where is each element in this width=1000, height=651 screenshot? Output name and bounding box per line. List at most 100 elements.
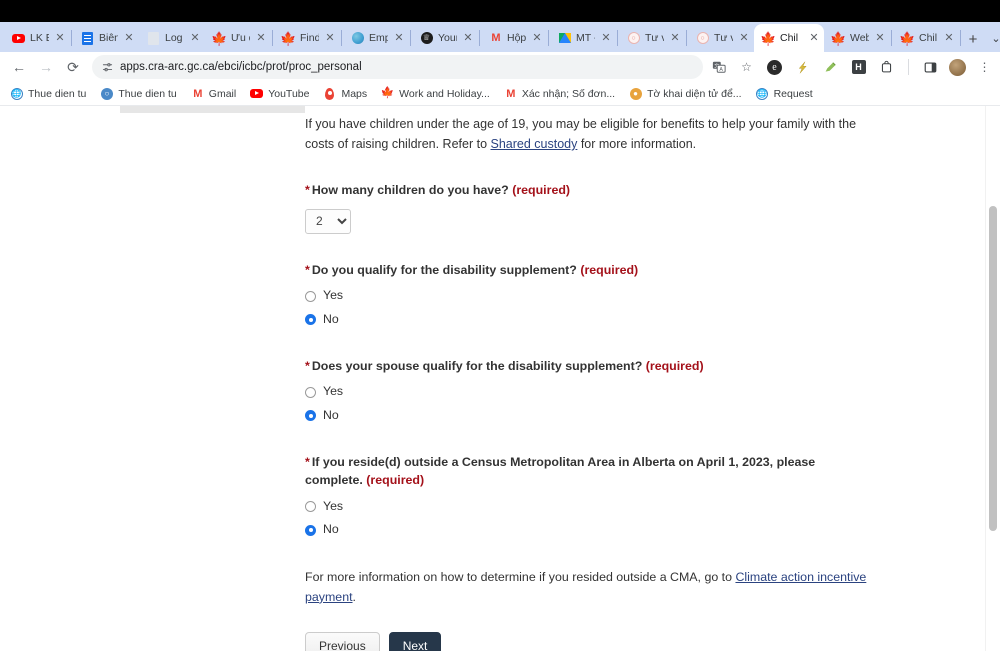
browser-tab[interactable]: ♕ Your ✕ [412, 24, 478, 52]
tab-search-icon[interactable]: ⌄ [984, 32, 1000, 45]
bookmark-star-icon[interactable]: ☆ [737, 58, 756, 77]
bookmark-item[interactable]: ○ Thue dien tu [100, 87, 177, 100]
page-viewport: If you have children under the age of 19… [0, 106, 1000, 651]
radio-button-selected[interactable] [305, 410, 316, 422]
tab-close-icon[interactable]: ✕ [393, 32, 405, 44]
radio-option[interactable]: Yes [305, 286, 870, 306]
shared-custody-link[interactable]: Shared custody [491, 137, 578, 151]
tab-close-icon[interactable]: ✕ [669, 32, 681, 44]
radio-button[interactable] [305, 501, 316, 513]
browser-tab[interactable]: Log ✕ [139, 24, 205, 52]
bookmark-item[interactable]: YouTube [250, 87, 309, 100]
address-bar-url: apps.cra-arc.gc.ca/ebci/icbc/prot/proc_p… [120, 61, 362, 73]
tab-close-icon[interactable]: ✕ [123, 32, 135, 44]
scrollbar-thumb[interactable] [989, 206, 997, 531]
browser-tab[interactable]: 🍁 Chil ✕ [893, 24, 959, 52]
tab-close-icon[interactable]: ✕ [54, 32, 66, 44]
bookmarks-bar: 🌐 Thue dien tu ○ Thue dien tu M Gmail YouTube M… [0, 82, 1000, 106]
tab-title: Chil [780, 32, 799, 44]
page-top-placeholder [120, 106, 305, 113]
question-label: * Does your spouse qualify for the disabi… [305, 357, 870, 376]
translate-icon[interactable]: 文A [709, 58, 728, 77]
bookmark-item[interactable]: M Xác nhận; Số đơn... [504, 87, 615, 100]
youtube-icon [250, 87, 264, 100]
pale-circle-icon: ○ [696, 32, 709, 45]
browser-tab[interactable]: 🍁 Web ✕ [824, 24, 890, 52]
radio-option[interactable]: No [305, 310, 870, 330]
cma-note-paragraph: For more information on how to determine… [305, 568, 870, 608]
radio-button[interactable] [305, 290, 316, 302]
new-tab-button[interactable]: + [962, 32, 984, 47]
bookmark-label: Gmail [208, 87, 237, 100]
question-label: * Do you qualify for the disability suppl… [305, 261, 870, 280]
bookmark-item[interactable]: 🍁 Work and Holiday... [381, 87, 490, 100]
tab-close-icon[interactable]: ✕ [324, 32, 336, 44]
radio-option[interactable]: Yes [305, 382, 870, 402]
side-panel-icon[interactable] [921, 58, 940, 77]
browser-tab-active[interactable]: 🍁 Chil ✕ [754, 24, 824, 52]
forward-button[interactable]: → [33, 54, 59, 80]
radio-button-selected[interactable] [305, 524, 316, 536]
bookmark-item[interactable]: 🌐 Thue dien tu [10, 87, 86, 100]
bookmark-item[interactable]: 🌐 Request [756, 87, 813, 100]
bookmark-item[interactable]: M Gmail [191, 87, 236, 100]
children-count-select[interactable]: 0123456 [305, 208, 351, 234]
browser-tab[interactable]: LK B ✕ [4, 24, 70, 52]
tab-close-icon[interactable]: ✕ [738, 32, 750, 44]
extension-pen-icon[interactable] [821, 58, 840, 77]
tab-separator [617, 30, 618, 46]
tab-close-icon[interactable]: ✕ [874, 32, 886, 44]
radio-button-selected[interactable] [305, 314, 316, 326]
browser-tab[interactable]: Emp ✕ [343, 24, 409, 52]
radio-option[interactable]: No [305, 520, 870, 540]
tab-separator [410, 30, 411, 46]
window-titlebar [0, 0, 1000, 22]
shield-icon: ♕ [420, 32, 433, 45]
profile-avatar[interactable] [949, 58, 966, 76]
browser-tab[interactable]: 🍁 Find ✕ [274, 24, 340, 52]
tab-title: Ưu đ [231, 32, 250, 44]
extension-h-icon[interactable]: H [849, 58, 868, 77]
extension-e-icon[interactable]: e [765, 58, 784, 77]
browser-tab[interactable]: M Hộp ✕ [481, 24, 547, 52]
tab-close-icon[interactable]: ✕ [600, 32, 612, 44]
tab-title: Your [438, 32, 457, 44]
extension-lightning-icon[interactable] [793, 58, 812, 77]
radio-option[interactable]: Yes [305, 497, 870, 517]
site-settings-icon[interactable] [102, 62, 113, 73]
browser-menu-icon[interactable]: ⋮ [975, 58, 994, 77]
radio-button[interactable] [305, 386, 316, 398]
tab-close-icon[interactable]: ✕ [462, 32, 474, 44]
tab-close-icon[interactable]: ✕ [943, 32, 955, 44]
tab-close-icon[interactable]: ✕ [808, 32, 820, 44]
tab-separator [960, 30, 961, 46]
bookmark-item[interactable]: Maps [323, 87, 367, 100]
reload-button[interactable]: ⟳ [60, 54, 86, 80]
radio-option[interactable]: No [305, 406, 870, 426]
tab-close-icon[interactable]: ✕ [189, 32, 201, 44]
globe-outline-icon: 🌐 [10, 87, 23, 100]
browser-tab[interactable]: Biên ✕ [73, 24, 139, 52]
tab-close-icon[interactable]: ✕ [531, 32, 543, 44]
extension-clip-icon[interactable] [877, 58, 896, 77]
coin-icon: ● [629, 87, 642, 100]
tab-title: Tư v [714, 32, 733, 44]
tab-separator [341, 30, 342, 46]
browser-tab[interactable]: ○ Tư v ✕ [619, 24, 685, 52]
browser-tab[interactable]: ○ Tư v ✕ [688, 24, 754, 52]
tab-title: MT - [576, 32, 595, 44]
bookmark-item[interactable]: ● Tờ khai diện tử để... [629, 87, 742, 100]
address-bar[interactable]: apps.cra-arc.gc.ca/ebci/icbc/prot/proc_p… [92, 55, 703, 79]
previous-button[interactable]: Previous [305, 631, 380, 651]
google-drive-icon [558, 32, 571, 45]
back-button[interactable]: ← [6, 54, 32, 80]
next-button[interactable]: Next [388, 631, 442, 651]
required-tag: (required) [645, 358, 704, 373]
browser-tab[interactable]: 🍁Ưu đ ✕ [205, 24, 271, 52]
radio-label: No [323, 311, 339, 326]
tab-close-icon[interactable]: ✕ [255, 32, 267, 44]
browser-tab[interactable]: MT - ✕ [550, 24, 616, 52]
bookmark-label: Work and Holiday... [399, 87, 490, 100]
tab-title: Find [300, 32, 319, 44]
page-scrollbar[interactable] [985, 106, 1000, 651]
